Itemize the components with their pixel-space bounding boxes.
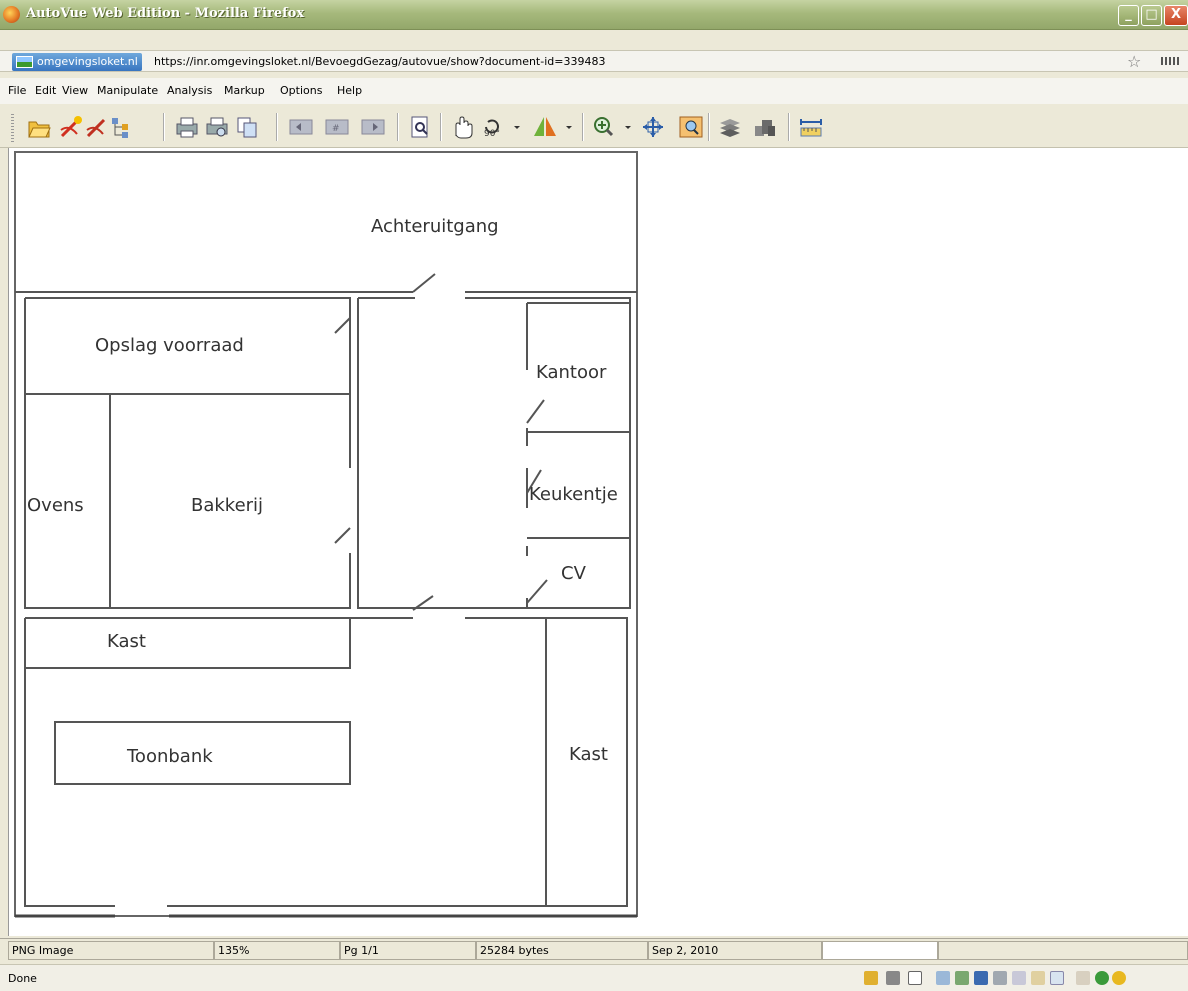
history-icon[interactable] <box>1012 971 1026 985</box>
status-zoom: 135% <box>214 941 340 960</box>
room-label-achteruitgang: Achteruitgang <box>371 216 499 237</box>
document-viewer[interactable]: Achteruitgang Opslag voorraad Kantoor Ov… <box>8 148 1188 936</box>
tree-icon[interactable] <box>108 114 134 140</box>
bookmark-star-icon[interactable]: ☆ <box>1127 52 1141 71</box>
toolbar-separator <box>582 113 584 141</box>
window-icon[interactable] <box>1031 971 1045 985</box>
page-icon[interactable]: # <box>324 114 350 140</box>
title-bar: AutoVue Web Edition - Mozilla Firefox _ … <box>0 0 1188 30</box>
menu-bar: File Edit View Manipulate Analysis Marku… <box>0 78 1188 104</box>
edit-icon[interactable] <box>936 971 950 985</box>
floor-plan-drawing: Achteruitgang Opslag voorraad Kantoor Ov… <box>14 151 638 918</box>
menu-analysis[interactable]: Analysis <box>167 84 212 97</box>
zoom-icon[interactable] <box>590 114 636 140</box>
status-file-size: 25284 bytes <box>476 941 648 960</box>
status-done: Done <box>8 972 37 985</box>
room-label-toonbank: Toonbank <box>126 746 213 767</box>
menu-view[interactable]: View <box>62 84 88 97</box>
menu-edit[interactable]: Edit <box>35 84 56 97</box>
network-icon[interactable] <box>955 971 969 985</box>
toolbar: # 90° <box>0 106 1188 148</box>
menu-options[interactable]: Options <box>280 84 322 97</box>
status-extra <box>938 941 1188 960</box>
rotate-90-icon[interactable]: 90° <box>480 114 524 140</box>
print-status-icon[interactable] <box>993 971 1007 985</box>
room-label-kast: Kast <box>107 631 146 652</box>
toolbar-separator <box>163 113 165 141</box>
fit-icon[interactable] <box>640 114 666 140</box>
toolbar-separator <box>276 113 278 141</box>
menu-file[interactable]: File <box>8 84 26 97</box>
menu-markup[interactable]: Markup <box>224 84 265 97</box>
browser-status-bar: Done <box>0 964 1188 991</box>
bug-icon[interactable] <box>886 971 900 985</box>
stats-icon[interactable] <box>1050 971 1064 985</box>
mirror-icon[interactable] <box>530 114 576 140</box>
room-label-ovens: Ovens <box>27 495 84 516</box>
measure-icon[interactable] <box>798 114 824 140</box>
print-icon[interactable] <box>174 114 200 140</box>
toolbar-grip[interactable] <box>11 114 14 142</box>
next-page-icon[interactable] <box>360 114 386 140</box>
url-text[interactable]: https://inr.omgevingsloket.nl/BevoegdGez… <box>154 55 605 68</box>
toolbar-separator <box>397 113 399 141</box>
lock-icon[interactable] <box>864 971 878 985</box>
window-title: AutoVue Web Edition - Mozilla Firefox <box>26 6 305 21</box>
firefox-icon <box>3 6 20 23</box>
toolbar-separator <box>788 113 790 141</box>
site-icon <box>16 56 33 68</box>
status-date: Sep 2, 2010 <box>648 941 822 960</box>
status-input[interactable] <box>822 941 938 960</box>
maximize-button[interactable]: □ <box>1141 5 1162 26</box>
print-preview-icon[interactable] <box>204 114 230 140</box>
status-file-type: PNG Image <box>8 941 214 960</box>
close-button[interactable]: X <box>1164 5 1188 26</box>
minimize-button[interactable]: _ <box>1118 5 1139 26</box>
menu-help[interactable]: Help <box>337 84 362 97</box>
room-label-keukentje: Keukentje <box>529 484 618 505</box>
rotate-label: 90° <box>484 129 500 139</box>
open-icon[interactable] <box>26 114 52 140</box>
markup-icon[interactable] <box>58 114 84 140</box>
viewer-status-bar: PNG Image 135% Pg 1/1 25284 bytes Sep 2,… <box>0 938 1188 962</box>
room-label-kantoor: Kantoor <box>536 362 607 383</box>
info-icon[interactable] <box>1095 971 1109 985</box>
page-info-icon[interactable] <box>908 971 922 985</box>
markup-edit-icon[interactable] <box>84 114 110 140</box>
toolbar-separator <box>708 113 710 141</box>
feed-icon[interactable] <box>1161 57 1179 65</box>
prev-page-icon[interactable] <box>288 114 314 140</box>
menu-manipulate[interactable]: Manipulate <box>97 84 158 97</box>
zoom-window-icon[interactable] <box>678 114 704 140</box>
svg-text:#: # <box>332 124 340 134</box>
room-label-opslag-voorraad: Opslag voorraad <box>95 335 244 356</box>
room-label-cv: CV <box>561 563 587 584</box>
find-icon[interactable] <box>407 114 433 140</box>
site-badge-label: omgevingsloket.nl <box>37 55 138 68</box>
blocks-icon[interactable] <box>752 114 778 140</box>
pan-icon[interactable] <box>449 114 475 140</box>
address-bar[interactable]: omgevingsloket.nl https://inr.omgevingsl… <box>0 50 1188 72</box>
status-page: Pg 1/1 <box>340 941 476 960</box>
room-label-kast-right: Kast <box>569 744 608 765</box>
tools-icon[interactable] <box>1076 971 1090 985</box>
addon-icon[interactable] <box>1112 971 1126 985</box>
copy-icon[interactable] <box>234 114 260 140</box>
room-label-bakkerij: Bakkerij <box>191 495 263 516</box>
toolbar-separator <box>440 113 442 141</box>
save-icon[interactable] <box>974 971 988 985</box>
layers-icon[interactable] <box>717 114 743 140</box>
site-identity-badge[interactable]: omgevingsloket.nl <box>12 53 142 71</box>
